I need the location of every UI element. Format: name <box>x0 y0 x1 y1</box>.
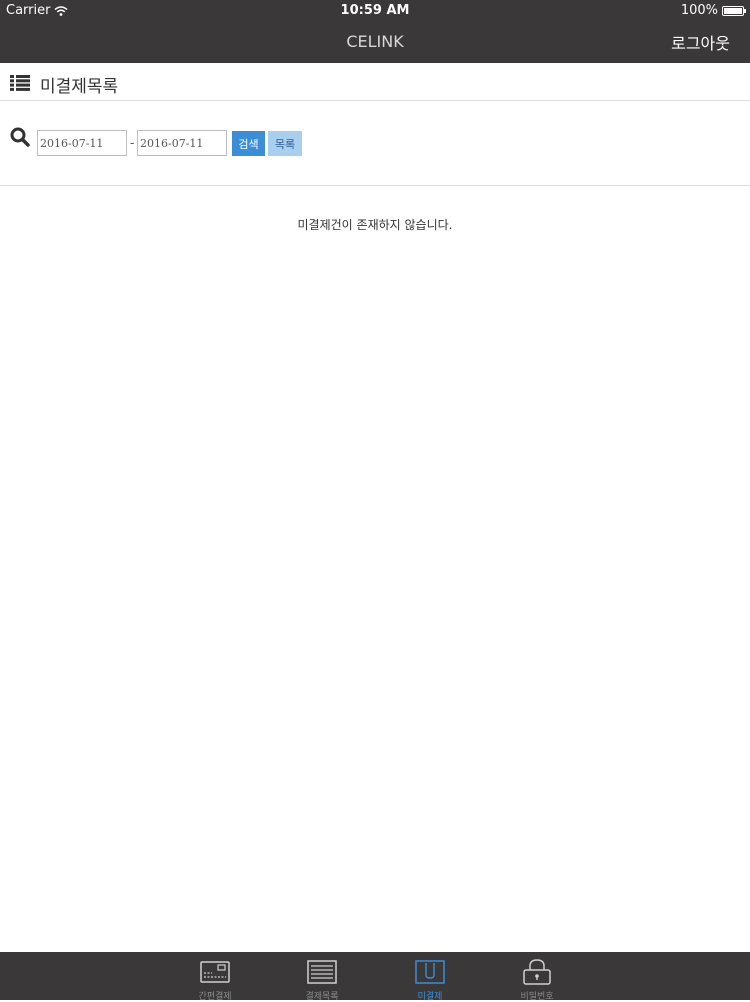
page-title: 미결제목록 <box>40 77 119 97</box>
tab-password[interactable]: 비밀번호 <box>499 952 575 1002</box>
date-range-separator: - <box>130 136 135 150</box>
app-title: CELINK <box>346 32 404 51</box>
tab-label: 결제목록 <box>305 992 339 1002</box>
lock-icon <box>523 959 551 985</box>
clock: 10:59 AM <box>340 3 410 18</box>
battery-icon <box>722 5 746 16</box>
list-icon <box>10 75 30 91</box>
status-bar: Carrier 10:59 AM 100% <box>0 0 750 20</box>
navigation-bar: CELINK 로그아웃 <box>0 20 750 63</box>
tab-label: 미결제 <box>417 992 443 1002</box>
logout-button[interactable]: 로그아웃 <box>671 30 730 54</box>
empty-state-message: 미결제건이 존재하지 않습니다. <box>297 218 453 232</box>
search-icon <box>10 127 30 147</box>
tab-label: 간편결제 <box>198 992 232 1002</box>
tab-quick-payment[interactable]: 간편결제 <box>177 952 253 1002</box>
search-filter-bar: - 검색 목록 <box>0 102 750 186</box>
battery-percentage: 100% <box>680 3 718 18</box>
card-reader-icon <box>200 961 230 983</box>
tab-bar: 간편결제 결제목록 미결제 비밀번호 <box>0 952 750 1002</box>
battery-indicator: 100% <box>680 3 746 18</box>
tab-label: 비밀번호 <box>520 992 554 1002</box>
start-date-input[interactable] <box>37 130 127 156</box>
list-document-icon <box>307 960 337 984</box>
search-button[interactable]: 검색 <box>232 131 265 156</box>
list-button[interactable]: 목록 <box>268 131 302 156</box>
section-header: 미결제목록 <box>0 63 750 101</box>
tab-payment-list[interactable]: 결제목록 <box>284 952 360 1002</box>
tab-pending[interactable]: 미결제 <box>392 952 468 1002</box>
pending-receipt-icon <box>415 960 445 984</box>
end-date-input[interactable] <box>137 130 227 156</box>
